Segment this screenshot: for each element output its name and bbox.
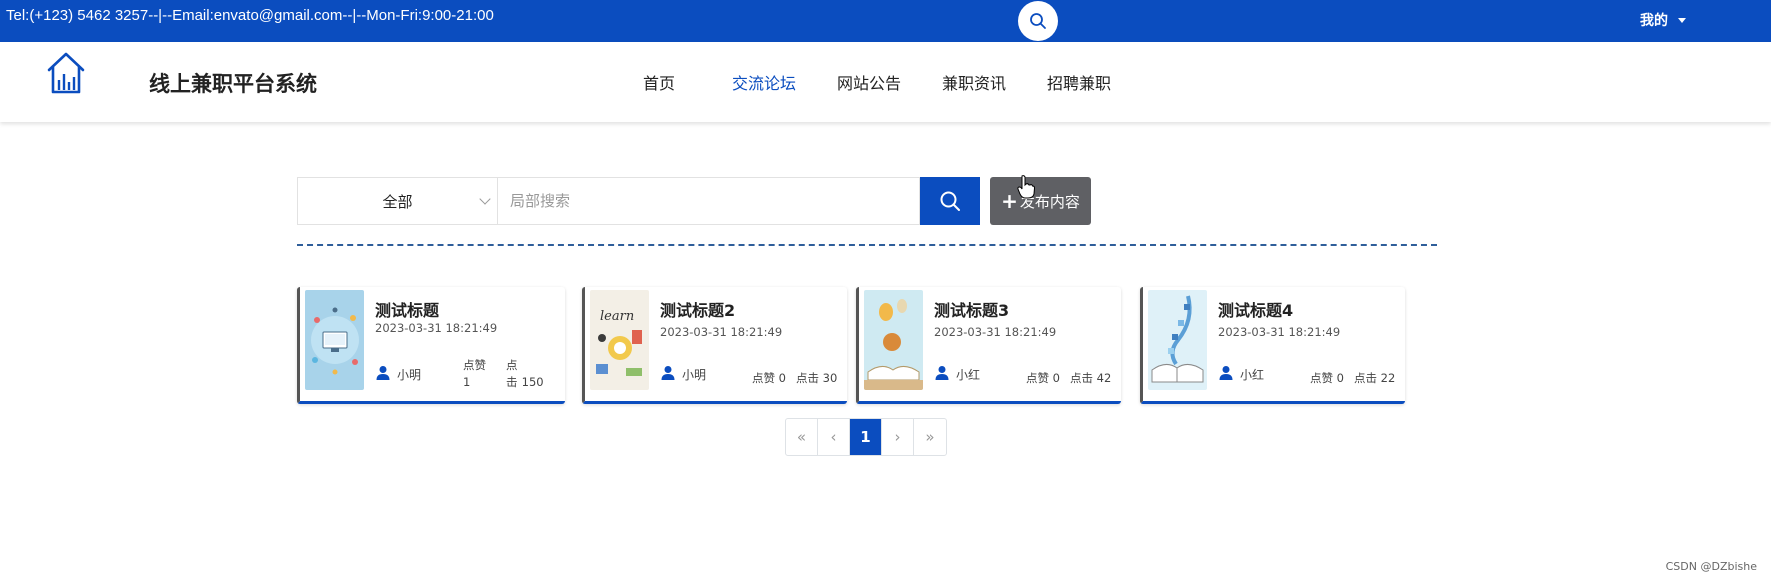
post-clicks: 点击 42 (1070, 370, 1111, 386)
publish-button[interactable]: + 发布内容 (990, 177, 1091, 225)
svg-text:learn: learn (600, 309, 634, 324)
search-icon (940, 191, 960, 211)
page-button-current[interactable]: 1 (850, 419, 882, 455)
post-card[interactable]: learn 测试标题2 2023-03-31 18:21:49 小明 点赞 0 … (582, 287, 847, 404)
likes-count: 0 (778, 371, 786, 385)
category-selected-value: 全部 (382, 192, 413, 211)
post-author: 小明 (397, 368, 422, 382)
clicks-label: 点击 (1354, 371, 1377, 385)
likes-label: 点赞 (463, 358, 486, 372)
pagination: « ‹ 1 › » (785, 418, 947, 456)
post-title[interactable]: 测试标题3 (934, 297, 1009, 321)
post-author: 小红 (956, 368, 981, 382)
nav-recruit[interactable]: 招聘兼职 (1047, 70, 1127, 94)
post-title[interactable]: 测试标题4 (1218, 297, 1293, 321)
my-account-label: 我的 (1640, 13, 1668, 29)
top-bar: Tel:(+123) 5462 3257--|--Email:envato@gm… (0, 0, 1771, 42)
likes-label: 点赞 (1026, 371, 1049, 385)
main-nav: 首页 交流论坛 网站公告 兼职资讯 招聘兼职 (643, 70, 1127, 94)
user-icon (935, 366, 949, 380)
post-thumbnail (864, 290, 923, 390)
last-page-button[interactable]: » (914, 419, 946, 455)
contact-info: Tel:(+123) 5462 3257--|--Email:envato@gm… (6, 7, 494, 24)
post-thumbnail: learn (590, 290, 649, 390)
site-header: 线上兼职平台系统 首页 交流论坛 网站公告 兼职资讯 招聘兼职 (0, 42, 1771, 122)
search-input[interactable] (497, 177, 920, 225)
search-row: 全部 + 发布内容 (297, 177, 1091, 225)
nav-home[interactable]: 首页 (643, 70, 732, 94)
post-card[interactable]: 测试标题 2023-03-31 18:21:49 小明 点赞 1 点击 150 (297, 287, 565, 404)
site-title: 线上兼职平台系统 (149, 72, 317, 96)
post-likes: 点赞 0 (1026, 370, 1060, 386)
search-icon (1030, 13, 1046, 29)
watermark: CSDN @DZbishe (1665, 560, 1757, 573)
prev-page-button[interactable]: ‹ (818, 419, 850, 455)
next-page-button[interactable]: › (882, 419, 914, 455)
post-date: 2023-03-31 18:21:49 (1218, 325, 1341, 339)
my-account-menu[interactable]: 我的 (1640, 10, 1686, 30)
clicks-count: 30 (822, 371, 838, 385)
likes-count: 1 (463, 375, 471, 389)
user-icon (661, 366, 675, 380)
post-likes: 点赞 0 (1310, 370, 1344, 386)
nav-notices[interactable]: 网站公告 (837, 70, 942, 94)
post-thumbnail (1148, 290, 1207, 390)
first-page-button[interactable]: « (786, 419, 818, 455)
clicks-label: 点击 (506, 358, 518, 389)
plus-icon: + (1001, 189, 1018, 213)
post-date: 2023-03-31 18:21:49 (660, 325, 783, 339)
user-icon (1219, 366, 1233, 380)
likes-count: 0 (1052, 371, 1060, 385)
divider (297, 244, 1437, 246)
post-thumbnail (305, 290, 364, 390)
likes-label: 点赞 (752, 371, 775, 385)
post-clicks: 点击 150 (506, 357, 546, 391)
clicks-count: 22 (1380, 371, 1396, 385)
post-card[interactable]: 测试标题4 2023-03-31 18:21:49 小红 点赞 0 点击 22 (1140, 287, 1405, 404)
post-likes: 点赞 1 (463, 357, 487, 391)
likes-label: 点赞 (1310, 371, 1333, 385)
post-date: 2023-03-31 18:21:49 (375, 321, 498, 335)
chevron-down-icon (479, 193, 491, 205)
post-title[interactable]: 测试标题2 (660, 297, 735, 321)
hand-cursor-icon (1017, 175, 1035, 199)
category-select[interactable]: 全部 (297, 177, 497, 225)
nav-forum[interactable]: 交流论坛 (732, 70, 837, 94)
post-clicks: 点击 22 (1354, 370, 1395, 386)
nav-news[interactable]: 兼职资讯 (942, 70, 1047, 94)
post-card[interactable]: 测试标题3 2023-03-31 18:21:49 小红 点赞 0 点击 42 (856, 287, 1121, 404)
clicks-label: 点击 (1070, 371, 1093, 385)
house-chart-icon[interactable] (46, 50, 86, 96)
user-icon (376, 366, 390, 380)
post-clicks: 点击 30 (796, 370, 837, 386)
clicks-count: 150 (521, 375, 544, 389)
post-author: 小明 (682, 368, 707, 382)
post-author: 小红 (1240, 368, 1265, 382)
post-title[interactable]: 测试标题 (375, 297, 439, 321)
search-button[interactable] (920, 177, 980, 225)
top-search-button[interactable] (1018, 1, 1058, 41)
post-date: 2023-03-31 18:21:49 (934, 325, 1057, 339)
post-likes: 点赞 0 (752, 370, 786, 386)
caret-down-icon (1678, 17, 1686, 23)
likes-count: 0 (1336, 371, 1344, 385)
clicks-count: 42 (1096, 371, 1112, 385)
clicks-label: 点击 (796, 371, 819, 385)
